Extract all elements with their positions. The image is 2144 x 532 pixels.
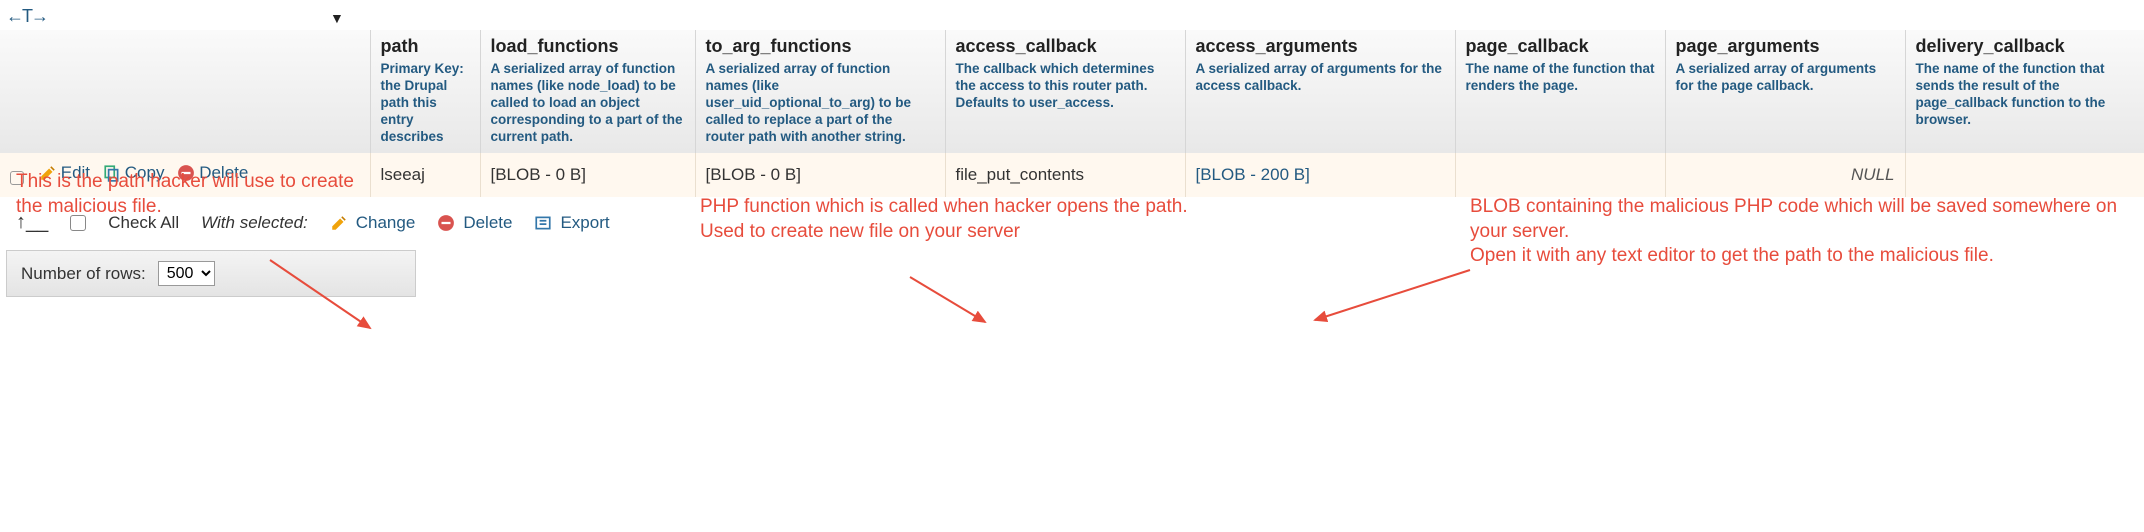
table-row: Edit Copy Delete lseeaj [BLOB - 0 B] [BL… xyxy=(0,153,2144,197)
check-all-label: Check All xyxy=(108,213,179,233)
delete-button[interactable]: Delete xyxy=(177,163,248,183)
row-actions: Edit Copy Delete xyxy=(0,153,370,197)
col-page-callback[interactable]: page_callbackThe name of the function th… xyxy=(1455,30,1665,153)
arrow-icon xyxy=(900,272,1000,332)
col-to-arg-functions[interactable]: to_arg_functionsA serialized array of fu… xyxy=(695,30,945,153)
change-button[interactable]: Change xyxy=(330,213,416,233)
export-button[interactable]: Export xyxy=(534,213,609,233)
arrow-icon xyxy=(1300,265,1480,330)
col-access-callback[interactable]: access_callbackThe callback which determ… xyxy=(945,30,1185,153)
check-all-checkbox[interactable] xyxy=(70,215,86,231)
pencil-icon xyxy=(39,164,57,182)
col-path[interactable]: pathPrimary Key: the Drupal path this en… xyxy=(370,30,480,153)
results-table: pathPrimary Key: the Drupal path this en… xyxy=(0,30,2144,197)
col-delivery-callback[interactable]: delivery_callbackThe name of the functio… xyxy=(1905,30,2144,153)
col-page-arguments[interactable]: page_argumentsA serialized array of argu… xyxy=(1665,30,1905,153)
cell-load-functions[interactable]: [BLOB - 0 B] xyxy=(480,153,695,197)
sort-indicator-icon[interactable]: ▼ xyxy=(330,10,344,26)
row-checkbox[interactable] xyxy=(10,171,24,185)
cell-page-arguments[interactable]: NULL xyxy=(1665,153,1905,197)
rows-label: Number of rows: xyxy=(21,264,146,284)
bulk-actions-bar: ↑__ Check All With selected: Change Dele… xyxy=(0,197,2144,244)
edit-button[interactable]: Edit xyxy=(39,163,90,183)
blob-link[interactable]: [BLOB - 200 B] xyxy=(1196,165,1310,184)
cell-path[interactable]: lseeaj xyxy=(370,153,480,197)
delete-icon xyxy=(177,164,195,182)
cell-to-arg-functions[interactable]: [BLOB - 0 B] xyxy=(695,153,945,197)
copy-button[interactable]: Copy xyxy=(103,163,165,183)
cell-access-arguments[interactable]: [BLOB - 200 B] xyxy=(1185,153,1455,197)
pencil-icon xyxy=(330,214,348,232)
cell-delivery-callback[interactable] xyxy=(1905,153,2144,197)
col-access-arguments[interactable]: access_argumentsA serialized array of ar… xyxy=(1185,30,1455,153)
col-load-functions[interactable]: load_functionsA serialized array of func… xyxy=(480,30,695,153)
select-arrow-icon: ↑__ xyxy=(16,211,48,234)
export-icon xyxy=(534,214,552,232)
delete-icon xyxy=(437,214,455,232)
actions-header xyxy=(0,30,370,153)
browse-icon[interactable]: ←T→ xyxy=(6,6,47,26)
cell-page-callback[interactable] xyxy=(1455,153,1665,197)
rows-control: Number of rows: 500 xyxy=(6,250,416,297)
rows-select[interactable]: 500 xyxy=(158,261,215,286)
copy-icon xyxy=(103,164,121,182)
bulk-delete-button[interactable]: Delete xyxy=(437,213,512,233)
cell-access-callback[interactable]: file_put_contents xyxy=(945,153,1185,197)
with-selected-label: With selected: xyxy=(201,213,308,233)
